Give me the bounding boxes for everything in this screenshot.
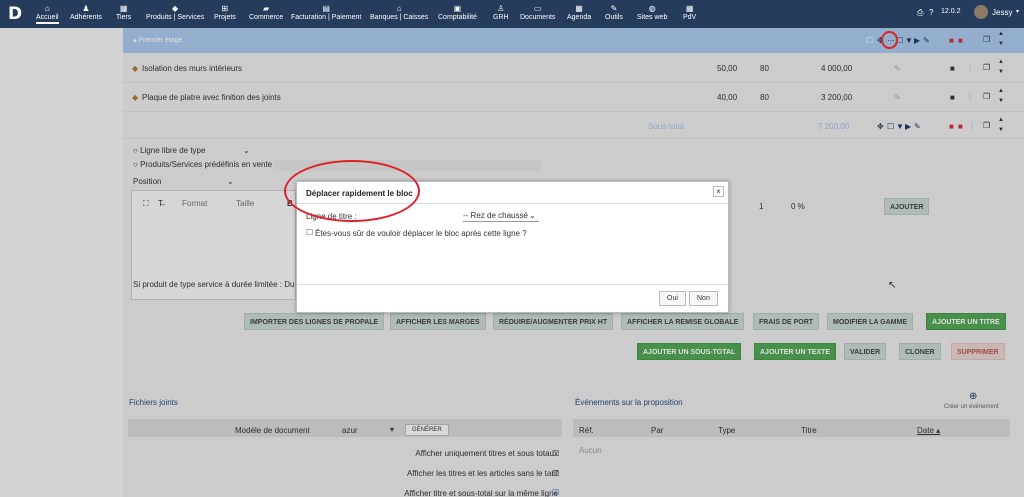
home-icon: ⌂ <box>44 4 50 13</box>
user-tie-icon: ♙ <box>497 4 505 13</box>
help-icon[interactable]: ? <box>929 8 933 17</box>
cube-icon: ◆ <box>172 4 179 13</box>
print-icon[interactable]: ⎙ <box>917 8 923 18</box>
no-button[interactable]: Non <box>689 291 718 306</box>
folder-icon: ▭ <box>533 4 542 13</box>
title-line-select[interactable]: -- Rez de chaussé <box>463 211 539 222</box>
building-icon: ▦ <box>119 4 128 13</box>
nav-item-label: Tiers <box>116 14 132 21</box>
nav-item-label: Produits | Services <box>146 14 205 21</box>
nav-item-label: Agenda <box>567 14 592 21</box>
nav-item-label: Accueil <box>36 14 59 21</box>
nav-item[interactable]: ⌂ Banques | Caisses <box>370 3 428 21</box>
confirm-question: Êtes-vous sûr de vouloir déplacer le blo… <box>315 229 527 238</box>
nav-item-label: GRH <box>493 14 509 21</box>
nav-item[interactable]: ✎ Outils <box>605 3 623 21</box>
dialog-footer: Oui Non <box>297 284 728 312</box>
chevron-down-icon[interactable]: ▾ <box>1016 8 1019 15</box>
nav-item[interactable]: ▦ Tiers <box>116 3 131 21</box>
nav-item[interactable]: ▣ Comptabilité <box>438 3 477 21</box>
nav-item-label: Outils <box>605 14 623 21</box>
nav-item-label: Documents <box>520 14 556 21</box>
highlight-ellipse <box>284 160 420 222</box>
nav-item[interactable]: ▰ Commerce <box>249 3 283 21</box>
nav-item[interactable]: ◍ Sites web <box>637 3 667 21</box>
app-logo[interactable]: D <box>8 4 22 24</box>
calculator-icon: ▣ <box>453 4 462 13</box>
nav-item-label: Sites web <box>637 14 668 21</box>
user-name[interactable]: Jessy <box>992 8 1012 17</box>
nav-item[interactable]: ▤ Facturation | Paiement <box>291 3 361 21</box>
nav-item-label: PdV <box>683 14 697 21</box>
top-navbar: D ⌂ Accueil ♟ Adhérents ▦ Tiers ◆ Produits | Se… <box>0 0 1024 28</box>
bank-icon: ⌂ <box>396 4 402 13</box>
checkbox-icon[interactable]: ☐ <box>306 228 313 237</box>
money-icon: ▤ <box>322 4 330 13</box>
close-icon[interactable]: × <box>713 186 724 197</box>
nav-item[interactable]: ⌂ Accueil <box>36 3 59 24</box>
nav-item-label: Commerce <box>249 14 284 21</box>
nav-item[interactable]: ▦ PdV <box>683 3 696 21</box>
nav-item[interactable]: ◆ Produits | Services <box>146 3 204 21</box>
nav-item-label: Banques | Caisses <box>370 14 429 21</box>
sitemap-icon: ⊞ <box>221 4 229 13</box>
globe-icon: ◍ <box>648 4 656 13</box>
highlight-ellipse <box>881 31 898 49</box>
nav-item-label: Facturation | Paiement <box>291 14 362 21</box>
nav-item[interactable]: ♟ Adhérents <box>70 3 102 21</box>
users-icon: ♟ <box>82 4 90 13</box>
avatar[interactable] <box>974 5 988 19</box>
chevron-down-icon[interactable]: ⌄ <box>529 211 536 220</box>
nav-item[interactable]: ▦ Agenda <box>567 3 591 21</box>
nav-item[interactable]: ♙ GRH <box>493 3 509 21</box>
briefcase-icon: ▰ <box>263 4 270 13</box>
nav-item-label: Projets <box>214 14 236 21</box>
nav-item[interactable]: ⊞ Projets <box>214 3 236 21</box>
wrench-icon: ✎ <box>610 4 618 13</box>
version-label: 12.0.2 <box>941 8 961 15</box>
yes-button[interactable]: Oui <box>659 291 686 306</box>
nav-item-label: Adhérents <box>70 14 102 21</box>
nav-item[interactable]: ▭ Documents <box>520 3 555 21</box>
cash-register-icon: ▦ <box>685 4 694 13</box>
nav-item-label: Comptabilité <box>438 14 477 21</box>
calendar-icon: ▦ <box>575 4 583 13</box>
